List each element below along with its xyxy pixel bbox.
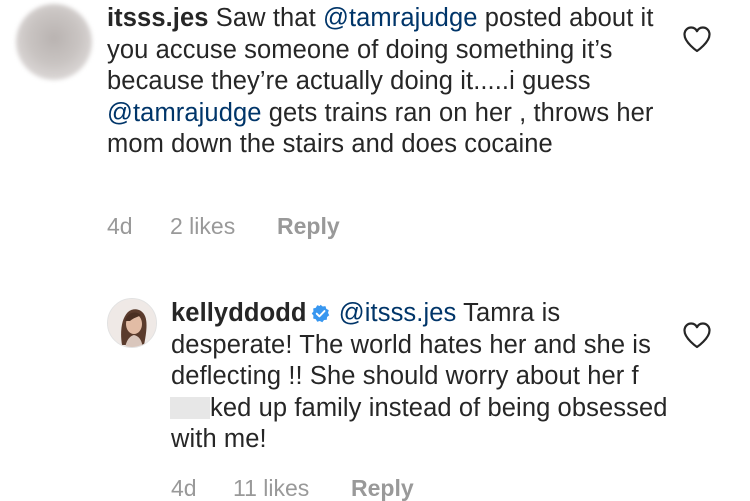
reply-button[interactable]: Reply [277, 213, 340, 239]
timestamp: 4d [171, 475, 197, 501]
redacted-block [170, 396, 210, 419]
profile-photo-icon [108, 299, 156, 347]
avatar[interactable] [107, 298, 157, 348]
mention-link[interactable]: @tamrajudge [107, 99, 262, 127]
likes-count[interactable]: 2 likes [170, 213, 235, 239]
comment: kellyddodd @itsss.jes Tamra is desperate… [0, 288, 750, 501]
timestamp: 4d [107, 213, 133, 239]
comment: itsss.jes Saw that @tamrajudge posted ab… [0, 0, 750, 250]
verified-badge-icon [311, 304, 329, 323]
username[interactable]: kellyddodd [171, 299, 307, 327]
comment-body: kellyddodd @itsss.jes Tamra is desperate… [170, 299, 668, 453]
avatar[interactable] [16, 4, 92, 80]
mention-link[interactable]: @itsss.jes [339, 299, 457, 327]
mention-link[interactable]: @tamrajudge [323, 4, 478, 32]
heart-outline-icon[interactable] [682, 321, 712, 349]
likes-count[interactable]: 11 likes [233, 475, 309, 501]
heart-outline-icon[interactable] [682, 25, 712, 53]
username[interactable]: itsss.jes [107, 4, 209, 32]
reply-button[interactable]: Reply [351, 475, 414, 501]
comment-body: itsss.jes Saw that @tamrajudge posted ab… [107, 4, 654, 158]
